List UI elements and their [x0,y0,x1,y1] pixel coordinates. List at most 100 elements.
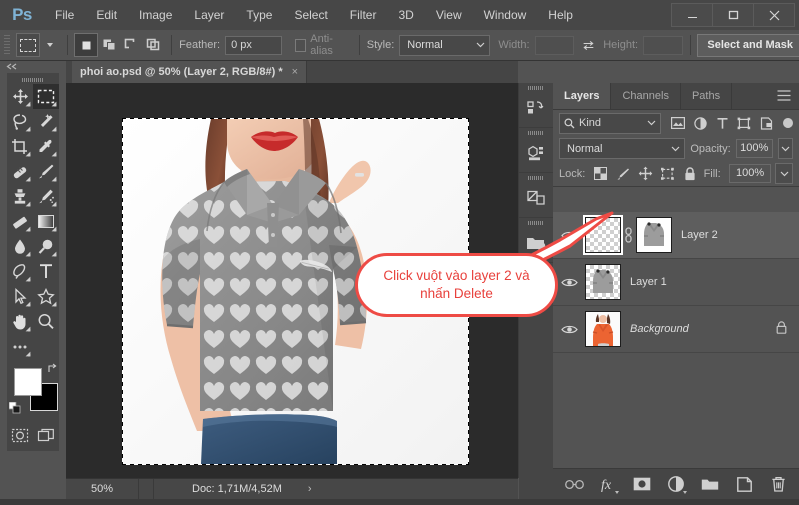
lock-image-pixels-icon[interactable] [614,164,632,183]
layer-mask-thumbnail[interactable] [636,217,672,253]
new-adjustment-layer-button[interactable] [666,474,687,494]
maximize-button[interactable] [712,3,754,27]
clone-stamp-tool[interactable] [7,184,33,209]
lock-artboard-icon[interactable] [659,164,677,183]
menu-image[interactable]: Image [128,0,183,30]
new-group-button[interactable] [700,474,720,494]
intersect-with-selection-button[interactable] [142,33,164,55]
layer-thumbnail[interactable] [583,215,623,255]
layer-row-layer-1[interactable]: Layer 1 [553,259,799,306]
foreground-color-swatch[interactable] [14,368,42,396]
swap-colors-icon[interactable] [47,363,58,377]
screen-mode-button[interactable] [33,423,59,447]
eraser-tool[interactable] [7,209,33,234]
add-layer-mask-button[interactable] [632,474,652,494]
close-icon[interactable]: × [292,66,298,78]
height-input[interactable] [643,35,683,55]
menu-edit[interactable]: Edit [85,0,128,30]
blend-mode-dropdown[interactable]: Normal [559,138,686,159]
adjustment-filter-icon[interactable] [689,113,711,133]
history-brush-tool[interactable] [33,184,59,209]
zoom-level[interactable]: 50% [66,479,139,500]
adjustments-panel-icon[interactable] [519,173,553,218]
current-tool-preview-icon[interactable] [16,33,40,57]
subtract-from-selection-button[interactable] [120,33,142,55]
smart-object-filter-icon[interactable] [755,113,777,133]
history-panel-icon[interactable] [519,83,553,128]
layer-style-button[interactable]: fx [598,474,619,494]
layer-visibility-toggle[interactable] [553,306,585,352]
pixel-filter-icon[interactable] [667,113,689,133]
tool-preset-chevron-down-icon[interactable] [46,43,53,47]
opacity-value[interactable]: 100% [735,139,773,158]
menu-layer[interactable]: Layer [183,0,235,30]
layer-visibility-toggle[interactable] [553,212,585,258]
new-layer-button[interactable] [734,474,754,494]
lasso-tool[interactable] [7,109,33,134]
close-button[interactable] [753,3,795,27]
quick-mask-button[interactable] [7,423,33,447]
zoom-tool[interactable] [33,309,59,334]
delete-layer-button[interactable] [768,474,788,494]
minimize-button[interactable] [671,3,713,27]
tab-paths[interactable]: Paths [681,83,733,109]
menu-filter[interactable]: Filter [339,0,388,30]
magic-wand-tool[interactable] [33,109,59,134]
document-tab[interactable]: phoi ao.psd @ 50% (Layer 2, RGB/8#) * × [72,61,308,83]
menu-view[interactable]: View [425,0,473,30]
properties-panel-icon[interactable] [519,128,553,173]
lock-transparent-pixels-icon[interactable] [591,164,609,183]
blur-tool[interactable] [7,234,33,259]
default-colors-icon[interactable] [8,401,21,417]
layer-name[interactable]: Layer 1 [630,276,667,288]
width-input[interactable] [534,35,575,55]
document-info[interactable]: Doc: 1,71M/4,52M › [154,479,518,500]
menu-3d[interactable]: 3D [387,0,424,30]
status-menu-arrow-icon[interactable]: › [308,479,312,500]
rectangular-marquee-tool[interactable] [33,84,59,109]
add-to-selection-button[interactable] [98,33,120,55]
new-selection-button[interactable] [74,33,99,57]
menu-window[interactable]: Window [473,0,538,30]
opacity-chevron-down-icon[interactable] [777,138,793,159]
layer-name[interactable]: Background [630,323,689,335]
tools-grip[interactable] [7,76,59,84]
pen-tool[interactable] [7,259,33,284]
move-tool[interactable] [7,84,33,109]
type-filter-icon[interactable] [711,113,733,133]
select-and-mask-button[interactable]: Select and Mask [697,33,799,57]
tab-layers[interactable]: Layers [553,83,612,109]
brush-tool[interactable] [33,159,59,184]
shape-filter-icon[interactable] [733,113,755,133]
swap-arrows-icon[interactable] [582,39,595,52]
lock-all-icon[interactable] [681,164,699,183]
anti-alias-checkbox[interactable] [295,38,307,52]
fill-chevron-down-icon[interactable] [775,163,794,184]
lock-position-icon[interactable] [636,164,654,183]
spot-healing-brush-tool[interactable] [7,159,33,184]
path-selection-tool[interactable] [7,284,33,309]
layer-thumbnail[interactable] [585,264,621,300]
type-tool[interactable] [33,259,59,284]
link-icon[interactable] [621,227,636,243]
layer-row-layer-2[interactable]: Layer 2 [553,212,799,259]
fill-value[interactable]: 100% [728,164,772,183]
shape-tool[interactable] [33,284,59,309]
gradient-tool[interactable] [33,209,59,234]
filter-kind-dropdown[interactable]: Kind [559,112,662,134]
link-layers-button[interactable] [564,474,584,494]
feather-input[interactable]: 0 px [225,35,283,55]
layer-row-background[interactable]: Background [553,306,799,353]
edit-toolbar-button[interactable] [7,334,33,359]
hamburger-menu-icon[interactable] [777,90,791,104]
tools-panel-collapse-icon[interactable] [0,61,66,72]
tab-channels[interactable]: Channels [611,83,681,109]
crop-tool[interactable] [7,134,33,159]
hand-tool[interactable] [7,309,33,334]
options-bar-grip[interactable] [4,35,11,55]
menu-type[interactable]: Type [235,0,283,30]
layer-thumbnail[interactable] [585,311,621,347]
eyedropper-tool[interactable] [33,134,59,159]
dodge-tool[interactable] [33,234,59,259]
menu-help[interactable]: Help [537,0,584,30]
